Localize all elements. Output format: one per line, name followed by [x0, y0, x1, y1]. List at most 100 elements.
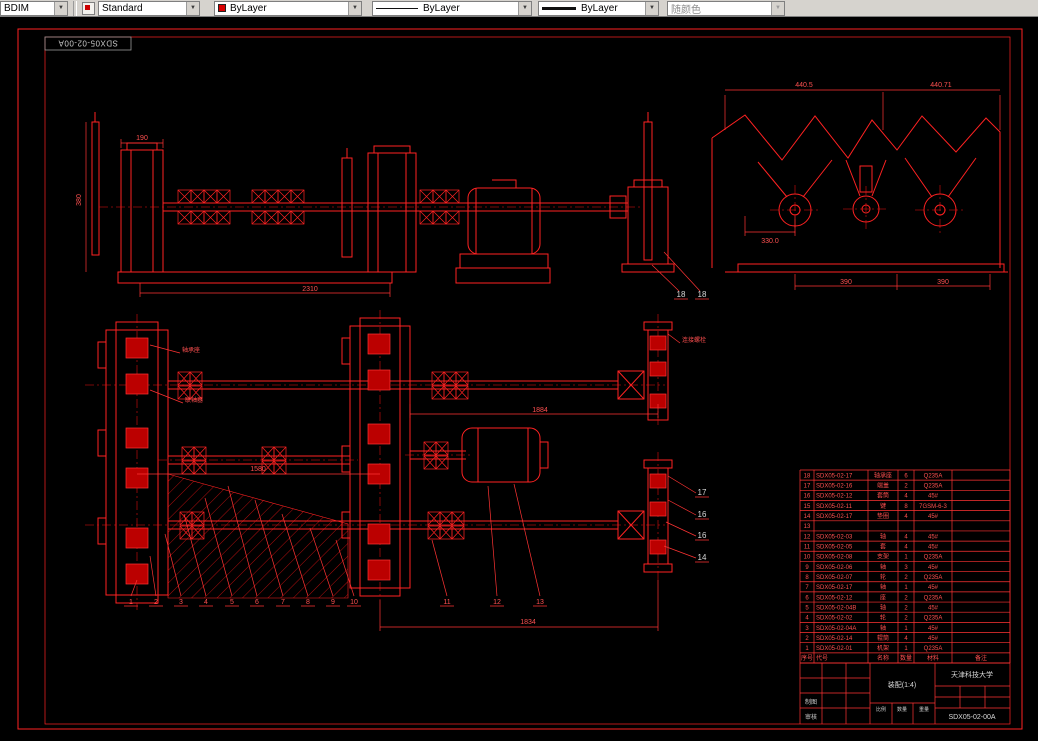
table-cell: 套筒	[877, 492, 889, 500]
annotation-1: 轴承座	[182, 346, 200, 354]
table-cell: 轴	[880, 624, 886, 632]
table-cell: Q235A	[924, 555, 943, 561]
chevron-down-icon[interactable]: ▼	[348, 1, 361, 15]
table-cell: 7	[805, 585, 809, 591]
toolbar-separator	[73, 0, 77, 16]
table-cell: 垫圈	[877, 512, 889, 520]
table-cell: Q235A	[924, 473, 943, 479]
table-cell: SDX05-02-02	[816, 616, 853, 622]
dim-390-left: 390	[840, 279, 852, 286]
object-properties-toolbar: BDIM ▼ Standard ▼ ByLayer ▼ ByLayer ▼ By…	[0, 0, 1038, 17]
balloon-7: 7	[281, 599, 285, 606]
table-cell: 4	[904, 514, 908, 520]
linetype-combo[interactable]: ByLayer ▼	[372, 0, 532, 16]
drawing-title: 装配(1:4)	[888, 680, 916, 689]
balloon-17: 17	[698, 488, 707, 497]
balloon-3: 3	[179, 599, 183, 606]
table-cell: 45#	[928, 626, 939, 632]
table-cell: SDX05-02-08	[816, 555, 853, 561]
dim-330: 330.0	[761, 238, 779, 245]
table-cell: 代号	[816, 654, 828, 662]
table-cell: 17	[804, 484, 811, 490]
table-cell: SDX05-02-17	[816, 473, 853, 479]
table-cell: 轴	[880, 563, 886, 571]
table-cell: 1	[805, 646, 809, 652]
balloon-6: 6	[255, 599, 259, 606]
parts-list-table: 18 SDX05-02-17 轴承座 6 Q235A17 SDX05-02-16 端盖 2 Q2…	[799, 469, 1011, 664]
table-cell: 轴	[880, 583, 886, 591]
lineweight-combo[interactable]: ByLayer ▼	[538, 0, 659, 16]
layer-combo-value: BDIM	[4, 2, 29, 14]
table-cell: Q235A	[924, 595, 943, 601]
table-cell: SDX05-02-04B	[816, 605, 856, 611]
balloon-10: 10	[350, 599, 358, 606]
style-combo-value: Standard	[102, 2, 143, 14]
table-cell: 轴	[880, 532, 886, 540]
table-cell: Q235A	[924, 646, 943, 652]
table-cell: 18	[804, 473, 811, 479]
chevron-down-icon[interactable]: ▼	[645, 1, 658, 15]
table-cell: 2	[805, 636, 809, 642]
style-combo[interactable]: Standard ▼	[98, 0, 200, 16]
table-cell: 45#	[928, 545, 939, 551]
table-cell: 12	[804, 534, 811, 540]
color-swatch-icon	[218, 4, 226, 12]
table-cell: 轴承座	[874, 471, 892, 479]
weight-label: 重量	[919, 706, 929, 713]
front-elevation-view: 190 380 2310	[76, 112, 675, 297]
motor-front	[467, 187, 541, 255]
table-cell: SDX05-02-12	[816, 494, 853, 500]
chevron-down-icon[interactable]: ▼	[518, 1, 531, 15]
balloon-2: 2	[154, 599, 158, 606]
table-cell: 45#	[928, 636, 939, 642]
table-cell: SDX05-02-06	[816, 565, 853, 571]
dim-190: 190	[136, 135, 148, 142]
table-cell: 4	[904, 534, 908, 540]
annotation-3: 连接螺栓	[682, 336, 706, 344]
table-cell: 11	[804, 545, 811, 551]
table-cell: 套	[880, 543, 886, 551]
table-cell: 3	[904, 565, 908, 571]
annotation-2: 联轴器	[185, 396, 203, 404]
chevron-down-icon: ▼	[771, 1, 784, 15]
table-cell: SDX05-02-14	[816, 636, 853, 642]
table-cell: 3	[805, 626, 809, 632]
balloon-5: 5	[230, 599, 234, 606]
table-cell: 10	[804, 555, 811, 561]
table-cell: 7GSM-6-3	[919, 504, 947, 510]
table-cell: 键	[880, 502, 886, 510]
linetype-preview-icon	[376, 7, 418, 9]
table-cell: 材料	[927, 654, 939, 662]
table-cell: 45#	[928, 585, 939, 591]
chevron-down-icon[interactable]: ▼	[186, 1, 199, 15]
table-cell: SDX05-02-17	[816, 514, 853, 520]
dim-2310: 2310	[302, 286, 318, 293]
table-cell: 1	[904, 585, 908, 591]
table-cell: SDX05-02-17	[816, 585, 853, 591]
table-cell: SDX05-02-11	[816, 504, 853, 510]
balloon-11: 11	[443, 599, 450, 606]
table-cell: 辊筒	[877, 634, 889, 642]
balloon-8: 8	[306, 599, 310, 606]
table-cell: 端盖	[877, 482, 889, 490]
table-cell: 45#	[928, 514, 939, 520]
table-cell: 1	[904, 626, 908, 632]
table-cell: SDX05-02-07	[816, 575, 853, 581]
table-cell: 1	[904, 646, 908, 652]
dim-1884: 1884	[532, 407, 548, 414]
layer-combo[interactable]: BDIM ▼	[0, 0, 68, 16]
balloon-16: 16	[698, 510, 707, 519]
cad-drawing-canvas[interactable]: SDX05-02-00A 190 380 2310 440.5 440.71 3…	[0, 17, 1038, 741]
table-cell: 16	[804, 494, 811, 500]
chevron-down-icon[interactable]: ▼	[54, 1, 67, 15]
title-block: 制图 审核 装配(1:4) 比例 数量 重量 天津科技大学 SDX05-02-0…	[799, 662, 1010, 724]
table-cell: 6	[805, 595, 809, 601]
table-cell: 序号	[801, 654, 813, 662]
table-cell: 1	[904, 555, 908, 561]
table-cell: 4	[904, 545, 908, 551]
table-cell: SDX05-02-03	[816, 534, 853, 540]
balloon-1: 1	[129, 599, 133, 606]
color-combo[interactable]: ByLayer ▼	[214, 0, 362, 16]
table-cell: 2	[904, 484, 908, 490]
text-style-icon[interactable]	[82, 1, 95, 15]
